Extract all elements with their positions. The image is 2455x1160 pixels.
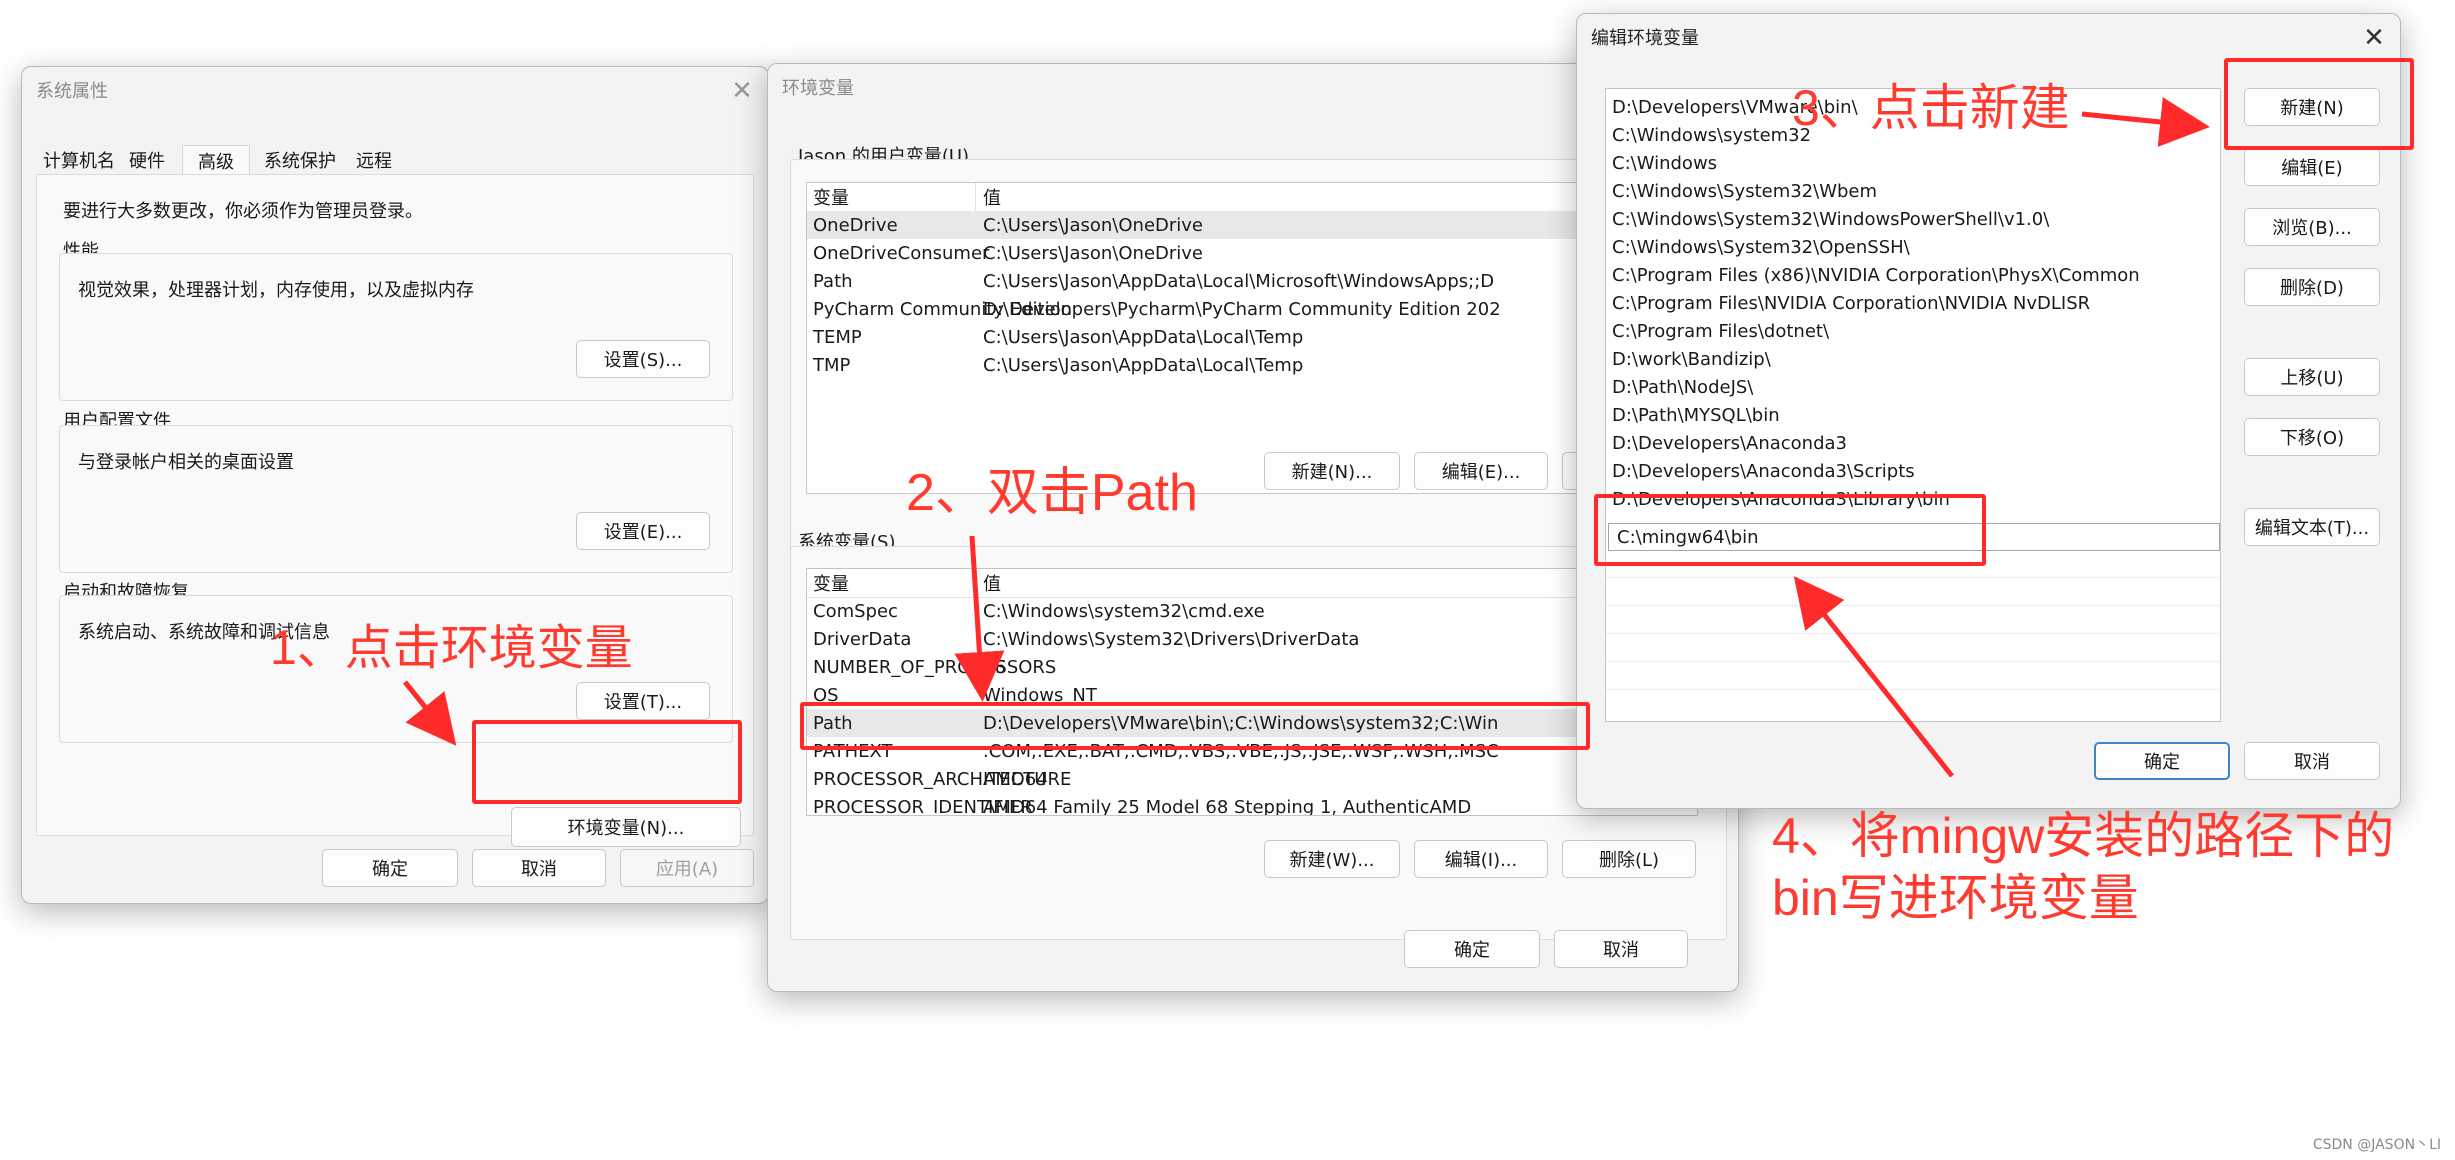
list-item[interactable]: C:\Windows\System32\Wbem: [1606, 177, 2220, 205]
tab-system-protection[interactable]: 系统保护: [254, 145, 346, 175]
ok-button[interactable]: 确定: [1404, 930, 1540, 968]
list-item[interactable]: C:\Program Files\NVIDIA Corporation\NVID…: [1606, 289, 2220, 317]
list-item[interactable]: D:\Developers\Anaconda3\Scripts: [1606, 457, 2220, 485]
list-row-divider: [1606, 661, 2220, 662]
row-value: AMD64 Family 25 Model 68 Stepping 1, Aut…: [983, 796, 1472, 816]
row-value: D:\Developers\Pycharm\PyCharm Community …: [983, 298, 1501, 320]
edit-text-button[interactable]: 编辑文本(T)...: [2244, 508, 2380, 546]
column-header-variable[interactable]: 变量: [813, 184, 849, 210]
list-item[interactable]: D:\Path\MYSQL\bin: [1606, 401, 2220, 429]
highlight-path-row: [800, 702, 1590, 750]
list-item[interactable]: D:\Developers\Anaconda3: [1606, 429, 2220, 457]
user-new-button[interactable]: 新建(N)...: [1264, 452, 1400, 490]
row-variable: DriverData: [813, 628, 912, 650]
window-title: 编辑环境变量: [1591, 28, 1699, 49]
list-item[interactable]: C:\Windows\System32\OpenSSH\: [1606, 233, 2220, 261]
tab-advanced[interactable]: 高级: [182, 145, 250, 176]
column-header-value[interactable]: 值: [983, 184, 1001, 210]
list-row-divider: [1606, 633, 2220, 634]
row-value: C:\Users\Jason\AppData\Local\Temp: [983, 326, 1304, 348]
row-variable: NUMBER_OF_PROCESSORS: [813, 656, 1057, 678]
close-icon[interactable]: ✕: [726, 75, 758, 107]
list-item[interactable]: C:\Program Files (x86)\NVIDIA Corporatio…: [1606, 261, 2220, 289]
step2-annotation: 2、双击Path: [906, 464, 1198, 522]
apply-button[interactable]: 应用(A): [620, 849, 754, 887]
row-value: C:\Users\Jason\OneDrive: [983, 214, 1204, 236]
row-value: C:\Windows\system32\cmd.exe: [983, 600, 1265, 622]
row-value: C:\Users\Jason\AppData\Local\Microsoft\W…: [983, 270, 1495, 292]
cancel-button[interactable]: 取消: [472, 849, 606, 887]
list-row-divider: [1606, 577, 2220, 578]
startup-recovery-settings-button[interactable]: 设置(T)...: [576, 682, 710, 720]
column-header-value[interactable]: 值: [983, 570, 1001, 596]
system-edit-button[interactable]: 编辑(I)...: [1414, 840, 1548, 878]
row-variable: ComSpec: [813, 600, 898, 622]
row-variable: TMP: [813, 354, 851, 376]
performance-desc: 视觉效果，处理器计划，内存使用，以及虚拟内存: [78, 280, 474, 301]
move-up-button[interactable]: 上移(U): [2244, 358, 2380, 396]
tab-remote[interactable]: 远程: [348, 145, 400, 175]
table-row[interactable]: PROCESSOR_IDENTIFIER AMD64 Family 25 Mode…: [807, 793, 1697, 816]
row-value: C:\Users\Jason\AppData\Local\Temp: [983, 354, 1304, 376]
highlight-new-button: [2224, 58, 2414, 150]
user-profile-desc: 与登录帐户相关的桌面设置: [78, 452, 294, 473]
performance-group: 视觉效果，处理器计划，内存使用，以及虚拟内存 设置(S)...: [59, 253, 733, 401]
admin-note: 要进行大多数更改，你必须作为管理员登录。: [63, 201, 423, 222]
list-item[interactable]: D:\Path\NodeJS\: [1606, 373, 2220, 401]
move-down-button[interactable]: 下移(O): [2244, 418, 2380, 456]
system-delete-button[interactable]: 删除(L): [1562, 840, 1696, 878]
delete-button[interactable]: 删除(D): [2244, 268, 2380, 306]
list-row-divider: [1606, 605, 2220, 606]
list-item[interactable]: D:\work\Bandizip\: [1606, 345, 2220, 373]
performance-settings-button[interactable]: 设置(S)...: [576, 340, 710, 378]
system-variables-list[interactable]: 变量 值 ComSpec C:\Windows\system32\cmd.exe D…: [806, 568, 1698, 816]
user-profile-group: 与登录帐户相关的桌面设置 设置(E)...: [59, 425, 733, 573]
row-value: C:\Windows\System32\Drivers\DriverData: [983, 628, 1360, 650]
row-variable: OneDriveConsumer: [813, 242, 990, 264]
table-row[interactable]: DriverData C:\Windows\System32\Drivers\Dr…: [807, 625, 1697, 653]
row-value: 16: [983, 656, 1006, 678]
ok-button[interactable]: 确定: [2094, 742, 2230, 780]
cancel-button[interactable]: 取消: [1554, 930, 1688, 968]
row-variable: Path: [813, 270, 853, 292]
list-item[interactable]: C:\Windows: [1606, 149, 2220, 177]
table-row[interactable]: ComSpec C:\Windows\system32\cmd.exe: [807, 597, 1697, 625]
user-profile-settings-button[interactable]: 设置(E)...: [576, 512, 710, 550]
list-header: 变量 值: [807, 569, 1697, 598]
list-row-divider: [1606, 689, 2220, 690]
table-row[interactable]: PROCESSOR_ARCHITECTURE AMD64: [807, 765, 1697, 793]
table-row[interactable]: NUMBER_OF_PROCESSORS 16: [807, 653, 1697, 681]
list-item[interactable]: C:\Windows\System32\WindowsPowerShell\v1…: [1606, 205, 2220, 233]
row-variable: TEMP: [813, 326, 862, 348]
tab-hardware[interactable]: 硬件: [122, 145, 172, 175]
step4-annotation-line2: bin写进环境变量: [1772, 870, 2139, 926]
list-item[interactable]: C:\Program Files\dotnet\: [1606, 317, 2220, 345]
ok-button[interactable]: 确定: [322, 849, 458, 887]
user-edit-button[interactable]: 编辑(E)...: [1414, 452, 1548, 490]
window-title: 系统属性: [36, 81, 108, 102]
environment-variables-button[interactable]: 环境变量(N)...: [511, 807, 741, 847]
cancel-button[interactable]: 取消: [2244, 742, 2380, 780]
column-header-variable[interactable]: 变量: [813, 570, 849, 596]
close-icon[interactable]: ✕: [2358, 22, 2390, 54]
highlight-new-entry: [1594, 494, 1986, 566]
edit-button[interactable]: 编辑(E): [2244, 148, 2380, 186]
row-value: C:\Users\Jason\OneDrive: [983, 242, 1204, 264]
path-entries-list[interactable]: D:\Developers\VMware\bin\ C:\Windows\sys…: [1605, 88, 2221, 722]
tab-computer-name[interactable]: 计算机名: [38, 145, 120, 175]
step1-annotation: 1、点击环境变量: [270, 622, 633, 675]
row-value: AMD64: [983, 768, 1048, 790]
system-new-button[interactable]: 新建(W)...: [1264, 840, 1400, 878]
highlight-env-button: [472, 720, 742, 804]
browse-button[interactable]: 浏览(B)...: [2244, 208, 2380, 246]
step3-annotation: 3、点击新建: [1792, 80, 2070, 136]
row-variable: OneDrive: [813, 214, 898, 236]
watermark: CSDN @JASON丶LI: [2312, 1137, 2441, 1153]
